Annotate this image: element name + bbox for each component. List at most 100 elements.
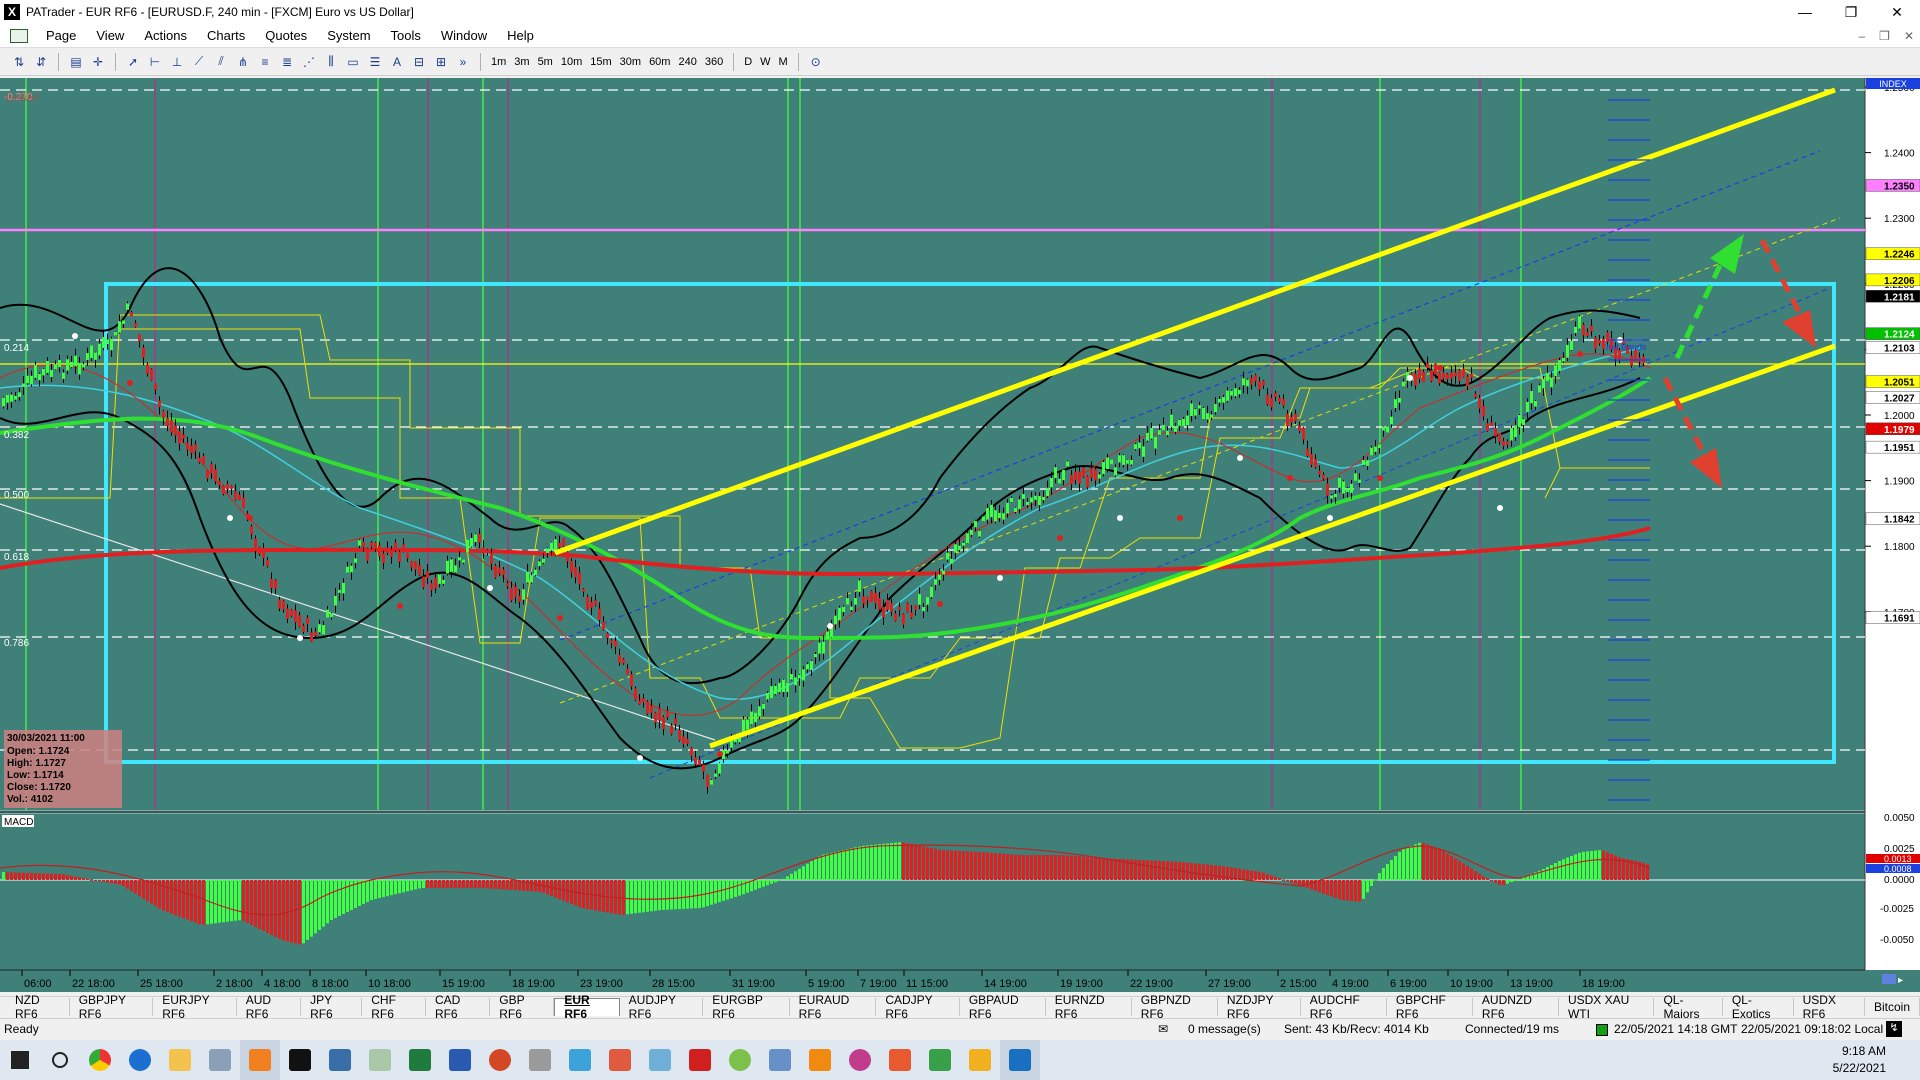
sticky-notes-icon[interactable] bbox=[200, 1040, 240, 1080]
minimize-button[interactable]: — bbox=[1782, 0, 1828, 24]
menu-actions[interactable]: Actions bbox=[134, 28, 197, 43]
mdi-close-button[interactable]: ✕ bbox=[1904, 29, 1914, 43]
menu-view[interactable]: View bbox=[86, 28, 134, 43]
text-tool-icon[interactable]: A bbox=[386, 51, 408, 73]
word-icon[interactable] bbox=[440, 1040, 480, 1080]
app2-icon[interactable] bbox=[680, 1040, 720, 1080]
tab-ql-exotics[interactable]: QL-Exotics bbox=[1723, 993, 1794, 1021]
tab-gbpaud-rf6[interactable]: GBPAUD RF6 bbox=[960, 993, 1046, 1021]
chart-window-icon[interactable] bbox=[10, 28, 28, 43]
levels2-icon[interactable]: ⊞ bbox=[430, 51, 452, 73]
cycle-lines-icon[interactable]: ⫼ bbox=[320, 51, 342, 73]
tab-eurgbp-rf6[interactable]: EURGBP RF6 bbox=[703, 993, 790, 1021]
app6-icon[interactable] bbox=[1000, 1040, 1040, 1080]
tab-nzdjpy-rf6[interactable]: NZDJPY RF6 bbox=[1218, 993, 1301, 1021]
tf-240-button[interactable]: 240 bbox=[674, 51, 700, 73]
app3-icon[interactable] bbox=[720, 1040, 760, 1080]
price-chart[interactable]: -0.270 Locked 0.214 0.382 0.500 0.618 0.… bbox=[0, 78, 1920, 992]
period-m-button[interactable]: M bbox=[775, 51, 792, 73]
close-button[interactable]: ✕ bbox=[1874, 0, 1920, 24]
chart-type-icon[interactable]: ▤ bbox=[65, 51, 87, 73]
powerpoint-icon[interactable] bbox=[480, 1040, 520, 1080]
tab-usdx-xau-wti[interactable]: USDX XAU WTI bbox=[1559, 993, 1655, 1021]
tf-60m-button[interactable]: 60m bbox=[645, 51, 674, 73]
pitchfork-icon[interactable]: ⋔ bbox=[232, 51, 254, 73]
tab-gbp-rf6[interactable]: GBP RF6 bbox=[490, 993, 555, 1021]
app5-icon[interactable] bbox=[920, 1040, 960, 1080]
channel-icon[interactable]: ⫽ bbox=[210, 51, 232, 73]
tab-audchf-rf6[interactable]: AUDCHF RF6 bbox=[1301, 993, 1387, 1021]
tab-eur-rf6[interactable]: EUR RF6 bbox=[554, 993, 620, 1021]
tab-eurnzd-rf6[interactable]: EURNZD RF6 bbox=[1046, 993, 1132, 1021]
zip-icon[interactable] bbox=[640, 1040, 680, 1080]
slack-icon[interactable] bbox=[800, 1040, 840, 1080]
snagit-icon[interactable] bbox=[560, 1040, 600, 1080]
tab-nzd-rf6[interactable]: NZD RF6 bbox=[6, 993, 70, 1021]
notepad-icon[interactable] bbox=[360, 1040, 400, 1080]
mdi-minimize-button[interactable]: – bbox=[1858, 29, 1865, 43]
menu-help[interactable]: Help bbox=[497, 28, 544, 43]
start-icon[interactable] bbox=[0, 1040, 40, 1080]
tab-usdx-rf6[interactable]: USDX RF6 bbox=[1794, 993, 1865, 1021]
tab-ql-majors[interactable]: QL-Majors bbox=[1654, 993, 1723, 1021]
excel-icon[interactable] bbox=[400, 1040, 440, 1080]
menu-window[interactable]: Window bbox=[431, 28, 497, 43]
maximize-button[interactable]: ❐ bbox=[1828, 0, 1874, 24]
menu-page[interactable]: Page bbox=[36, 28, 86, 43]
fib-extension-icon[interactable]: ≣ bbox=[276, 51, 298, 73]
scroll-right-icon[interactable]: ▸ bbox=[1898, 975, 1903, 986]
tf-30m-button[interactable]: 30m bbox=[616, 51, 645, 73]
vertical-line-icon[interactable]: ⊥ bbox=[166, 51, 188, 73]
trend-line-icon[interactable]: ⟋ bbox=[188, 51, 210, 73]
tf-3m-button[interactable]: 3m bbox=[510, 51, 533, 73]
tab-cad-rf6[interactable]: CAD RF6 bbox=[426, 993, 491, 1021]
tab-chf-rf6[interactable]: CHF RF6 bbox=[362, 993, 426, 1021]
tab-eurjpy-rf6[interactable]: EURJPY RF6 bbox=[153, 993, 237, 1021]
patrader-icon[interactable] bbox=[280, 1040, 320, 1080]
camtasia-icon[interactable] bbox=[880, 1040, 920, 1080]
orders-icon[interactable]: ⇵ bbox=[30, 51, 52, 73]
fib-time-icon[interactable]: ☰ bbox=[364, 51, 386, 73]
tab-jpy-rf6[interactable]: JPY RF6 bbox=[301, 993, 363, 1021]
network-icon[interactable] bbox=[600, 1040, 640, 1080]
tf-5m-button[interactable]: 5m bbox=[534, 51, 557, 73]
tab-audnzd-rf6[interactable]: AUDNZD RF6 bbox=[1473, 993, 1559, 1021]
tf-15m-button[interactable]: 15m bbox=[586, 51, 615, 73]
tab-bitcoin[interactable]: Bitcoin bbox=[1865, 997, 1920, 1016]
calculator-icon[interactable] bbox=[320, 1040, 360, 1080]
period-d-button[interactable]: D bbox=[740, 51, 756, 73]
tf-10m-button[interactable]: 10m bbox=[557, 51, 586, 73]
mdi-restore-button[interactable]: ❐ bbox=[1879, 29, 1890, 43]
explorer-icon[interactable] bbox=[160, 1040, 200, 1080]
taskbar-clock[interactable]: 9:18 AM 5/22/2021 bbox=[1833, 1043, 1886, 1077]
tab-gbpchf-rf6[interactable]: GBPCHF RF6 bbox=[1387, 993, 1473, 1021]
gann-fan-icon[interactable]: ⋰ bbox=[298, 51, 320, 73]
tf-1m-button[interactable]: 1m bbox=[487, 51, 510, 73]
toolbar-overflow[interactable]: » bbox=[452, 51, 474, 73]
tab-cadjpy-rf6[interactable]: CADJPY RF6 bbox=[876, 993, 960, 1021]
app-icon[interactable] bbox=[520, 1040, 560, 1080]
tab-gbpjpy-rf6[interactable]: GBPJPY RF6 bbox=[70, 993, 154, 1021]
status-messages[interactable]: 0 message(s) bbox=[1188, 1022, 1261, 1036]
app4-icon[interactable] bbox=[840, 1040, 880, 1080]
tab-gbpnzd-rf6[interactable]: GBPNZD RF6 bbox=[1132, 993, 1218, 1021]
search-icon[interactable] bbox=[40, 1040, 80, 1080]
tab-audjpy-rf6[interactable]: AUDJPY RF6 bbox=[620, 993, 704, 1021]
levels-icon[interactable]: ⊟ bbox=[408, 51, 430, 73]
buy-sell-icon[interactable]: ⇅ bbox=[8, 51, 30, 73]
menu-charts[interactable]: Charts bbox=[197, 28, 255, 43]
outlook-icon[interactable] bbox=[240, 1040, 280, 1080]
edge-icon[interactable] bbox=[120, 1040, 160, 1080]
rectangle-icon[interactable]: ▭ bbox=[342, 51, 364, 73]
message-icon[interactable]: ✉ bbox=[1158, 1022, 1168, 1036]
tab-aud-rf6[interactable]: AUD RF6 bbox=[237, 993, 302, 1021]
menu-system[interactable]: System bbox=[317, 28, 380, 43]
tf-360-button[interactable]: 360 bbox=[701, 51, 727, 73]
cursor-icon[interactable]: ➚ bbox=[122, 51, 144, 73]
horizontal-line-icon[interactable]: ⊢ bbox=[144, 51, 166, 73]
photos-icon[interactable] bbox=[960, 1040, 1000, 1080]
clock-sync-icon[interactable]: ⊙ bbox=[805, 51, 827, 73]
crosshair-icon[interactable]: ✛ bbox=[87, 51, 109, 73]
fibonacci-icon[interactable]: ≡ bbox=[254, 51, 276, 73]
menu-tools[interactable]: Tools bbox=[381, 28, 431, 43]
